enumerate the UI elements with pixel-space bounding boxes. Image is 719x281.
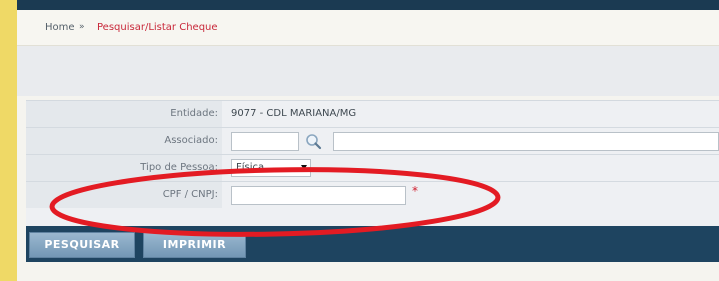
row-cpf-cnpj: CPF / CNPJ: * [26,182,719,208]
associado-name-input[interactable] [333,132,719,151]
breadcrumb-separator: » [79,22,85,32]
tipo-pessoa-label: Tipo de Pessoa: [26,155,222,181]
cpf-cnpj-input[interactable] [231,186,406,205]
chevron-down-icon [301,165,307,170]
entidade-value: 9077 - CDL MARIANA/MG [231,108,357,119]
associado-code-input[interactable] [231,132,299,151]
breadcrumb-home-link[interactable]: Home [45,10,75,45]
action-bar: PESQUISAR IMPRIMIR [26,226,719,262]
breadcrumb: Home » Pesquisar/Listar Cheque [17,10,719,46]
imprimir-button[interactable]: IMPRIMIR [143,232,246,258]
row-entidade: Entidade: 9077 - CDL MARIANA/MG [26,101,719,128]
magnifier-icon[interactable] [303,132,325,151]
row-tipo-pessoa: Tipo de Pessoa: Física [26,155,719,182]
associado-label: Associado: [26,128,222,154]
search-form: Entidade: 9077 - CDL MARIANA/MG Associad… [26,100,719,226]
entidade-label: Entidade: [26,101,222,127]
row-associado: Associado: [26,128,719,155]
pesquisar-button[interactable]: PESQUISAR [29,232,135,258]
cpf-cnpj-label: CPF / CNPJ: [26,182,222,208]
tipo-pessoa-selected: Física [236,162,265,173]
breadcrumb-current: Pesquisar/Listar Cheque [97,22,218,33]
page-frame: Home » Pesquisar/Listar Cheque Entidade:… [17,0,719,281]
tipo-pessoa-select[interactable]: Física [231,159,311,177]
top-header-bar [17,0,719,10]
content-band [17,46,719,96]
required-asterisk: * [412,184,418,198]
